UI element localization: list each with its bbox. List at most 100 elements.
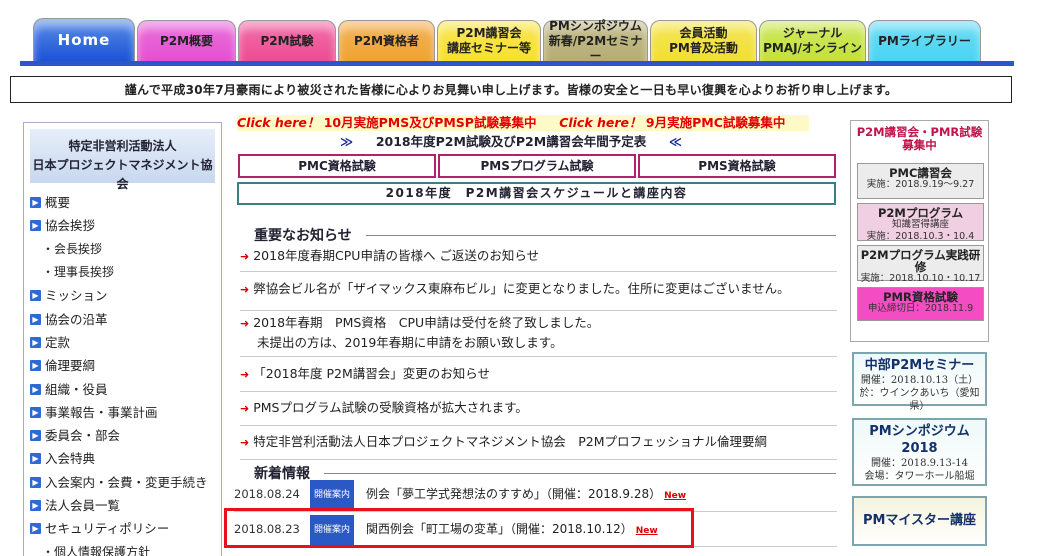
nav-tab-label: P2M試験 [260,34,313,49]
sidebar-item-label: 事業報告・事業計画 [45,404,158,420]
course-detail: 実施：2018.10.10・10.17 [860,273,981,284]
sidebar-item-label: 倫理要綱 [45,358,96,374]
notice-text: PMSプログラム試験の受験資格が拡大されます。 [253,400,528,415]
nav-tab-label: Home [57,30,111,49]
nav-tab-label: P2M資格者 [354,34,419,49]
sidebar-org-name: 特定非営利活動法人 日本プロジェクトマネジメント協会 [30,129,215,191]
pmc-exam-button[interactable]: PMC資格試験 [238,154,436,178]
sidebar-item-14[interactable]: ▶ 法人会員一覧 [24,494,221,517]
notice-line: ➜ 「2018年度 P2M講習会」変更のお知らせ [240,364,837,384]
sidebar-item-8[interactable]: ▶ 倫理要綱 [24,354,221,377]
pms-program-exam-button[interactable]: PMSプログラム試験 [438,154,636,178]
sidebar-item-4[interactable]: ・理事長挨拶 [24,261,221,284]
course-title: P2Mプログラム実践研修 [860,248,981,274]
event-banner-2[interactable]: PMシンポジウム 2018 開催：2018.9.13-14 会場：タワーホール船堀 [852,418,987,486]
sidebar-item-label: 協会の沿革 [45,311,108,327]
annual-schedule-link[interactable]: ≫ 2018年度P2M試験及びP2M講習会年間予定表 ≪ [340,131,682,150]
sidebar-item-15[interactable]: ▶ セキュリティポリシー [24,517,221,540]
pms-exam-button[interactable]: PMS資格試験 [638,154,836,178]
important-notice-1[interactable]: ➜ 2018年度春期CPU申請の皆様へ ご返送のお知らせ [240,240,837,272]
nav-tab-7[interactable]: 会員活動 PM普及活動 [650,20,757,61]
sidebar-item-12[interactable]: ▶ 入会特典 [24,447,221,470]
event-detail: 会場：タワーホール船堀 [864,471,975,482]
notice-text: 2018年春期 PMS資格 CPU申請は受付を終了致しました。 [253,315,600,330]
notice-line: ➜ 特定非営利活動法人日本プロジェクトマネジメント協会 P2Mプロフェッショナル倫… [240,432,837,452]
event-detail: 開催：2018.10.13（土） [860,375,979,386]
p2m-course-schedule-link[interactable]: 2018年度 P2M講習会スケジュールと講座内容 [237,182,836,205]
nav-tab-line1: Home [57,30,111,49]
nav-tab-1[interactable]: Home [33,18,135,61]
sidebar-item-6[interactable]: ▶ 協会の沿革 [24,307,221,330]
main-navigation: Home P2M概要 P2M試験 P2M資格者 P2M講習会 講座セミナー等 PMシンポジウ… [20,14,1014,66]
sidebar-item-label: 委員会・部会 [45,428,121,444]
nav-tab-3[interactable]: P2M試験 [238,20,336,61]
sidebar-item-label: ・会長挨拶 [42,241,103,256]
nav-tab-2[interactable]: P2M概要 [137,20,236,61]
course-box-4[interactable]: PMR資格試験 申込締切日：2018.11.9 [857,287,984,321]
sidebar-item-1[interactable]: ▶ 概要 [24,191,221,214]
nav-tab-line2: PM普及活動 [669,41,738,55]
arrow-right-icon: ▶ [30,290,41,302]
nav-tab-label: P2M講習会 講座セミナー等 [447,26,531,56]
double-arrow-right-icon: ≫ [340,134,354,149]
pms-exam-recruit-link[interactable]: 10月実施PMS及びPMSP試験募集中 [324,115,537,130]
sidebar-item-label: ・個人情報保護方針 [42,544,151,556]
main-content: Click here！ 10月実施PMS及びPMSP試験募集中 Click he… [232,114,840,556]
event-banner-3[interactable]: PMマイスター講座 [852,496,987,546]
sidebar-item-5[interactable]: ▶ ミッション [24,284,221,307]
course-box-3[interactable]: P2Mプログラム実践研修 実施：2018.10.10・10.17 [857,245,984,284]
nav-tab-label: PMライブラリー [878,34,971,49]
sidebar-item-16[interactable]: ・個人情報保護方針 [24,540,221,556]
course-box-1[interactable]: PMC講習会 実施：2018.9.19～9.27 [857,163,984,199]
nav-tab-4[interactable]: P2M資格者 [338,20,435,61]
sidebar-menu: ▶ 概要 ▶ 協会挨拶 ・会長挨拶 ・理事長挨拶 ▶ ミッション ▶ 協会の沿革 ▶ 定款 ▶ 倫理要綱 ▶… [24,191,221,556]
sidebar-item-9[interactable]: ▶ 組織・役員 [24,377,221,400]
annual-schedule-label: 2018年度P2M試験及びP2M講習会年間予定表 [375,134,647,149]
click-here-link-1[interactable]: Click here！ [237,115,319,130]
sidebar-item-3[interactable]: ・会長挨拶 [24,238,221,261]
arrow-right-icon: ▶ [30,360,41,372]
nav-tab-line1: PMライブラリー [878,33,971,48]
new-badge: New [664,491,687,501]
right-column: P2M講習会・PMR試験 募集中 PMC講習会 実施：2018.9.19～9.27… [850,120,990,556]
sidebar-item-11[interactable]: ▶ 委員会・部会 [24,424,221,447]
sidebar-item-label: ミッション [45,288,108,304]
nav-tab-line1: P2M試験 [260,33,314,48]
sidebar-item-10[interactable]: ▶ 事業報告・事業計画 [24,401,221,424]
arrow-right-icon: ▶ [30,220,41,232]
important-notice-4[interactable]: ➜ 「2018年度 P2M講習会」変更のお知らせ [240,358,837,392]
sidebar-item-7[interactable]: ▶ 定款 [24,331,221,354]
pmc-exam-recruit-link[interactable]: 9月実施PMC試験募集中 [646,115,785,130]
sidebar-item-2[interactable]: ▶ 協会挨拶 [24,214,221,237]
nav-tab-line1: 会員活動 [679,26,728,40]
divider [366,235,836,236]
sidebar-item-label: 入会案内・会費・変更手続き [45,474,208,490]
recruitment-banner: Click here！ 10月実施PMS及びPMSP試験募集中 Click he… [237,115,809,131]
important-notice-5[interactable]: ➜ PMSプログラム試験の受験資格が拡大されます。 [240,392,837,426]
nav-tab-9[interactable]: PMライブラリー [868,20,981,61]
click-here-link-2[interactable]: Click here！ [559,115,641,130]
sidebar-item-13[interactable]: ▶ 入会案内・会費・変更手続き [24,471,221,494]
highlight-frame [224,508,694,548]
nav-tab-8[interactable]: ジャーナル PMAJ/オンライン [759,20,866,61]
notice-text: 未提出の方は、2019年春期に申請をお願い致します。 [257,335,563,350]
notice-line: ➜ PMSプログラム試験の受験資格が拡大されます。 [240,398,837,418]
notice-line: 未提出の方は、2019年春期に申請をお願い致します。 [240,333,837,352]
event-banner-1[interactable]: 中部P2Mセミナー 開催：2018.10.13（土） 於：ウインクあいち（愛知県） [852,352,987,412]
recruiting-heading-line2: 募集中 [902,138,937,152]
red-arrow-icon: ➜ [240,283,250,296]
nav-tab-line2: 新春/P2Mセミナー [548,33,643,63]
news-title-link[interactable]: 例会「夢工学式発想法のすすめ」（開催：2018.9.28） [366,487,661,501]
important-notice-2[interactable]: ➜ 弊協会ビル名が「ザイマックス東麻布ビル」に変更となりました。住所に変更はござい… [240,273,837,311]
nav-tab-line1: P2M資格者 [353,33,420,48]
course-box-2[interactable]: P2Mプログラム 知識習得講座 実施：2018.10.3・10.4 [857,203,984,242]
important-notice-3[interactable]: ➜ 2018年春期 PMS資格 CPU申請は受付を終了致しました。 未提出の方は、2… [240,311,837,357]
nav-tab-6[interactable]: PMシンポジウム 新春/P2Mセミナー [543,19,648,63]
important-notice-6[interactable]: ➜ 特定非営利活動法人日本プロジェクトマネジメント協会 P2Mプロフェッショナル倫… [240,426,837,460]
nav-tab-5[interactable]: P2M講習会 講座セミナー等 [437,20,541,61]
nav-tab-label: P2M概要 [160,34,213,49]
courses-recruiting-heading: P2M講習会・PMR試験 募集中 [851,126,988,152]
course-detail: 実施：2018.10.3・10.4 [866,231,975,242]
event-title: 中部P2Mセミナー [864,358,975,373]
notice-text: 特定非営利活動法人日本プロジェクトマネジメント協会 P2Mプロフェッショナル倫理… [253,434,767,449]
